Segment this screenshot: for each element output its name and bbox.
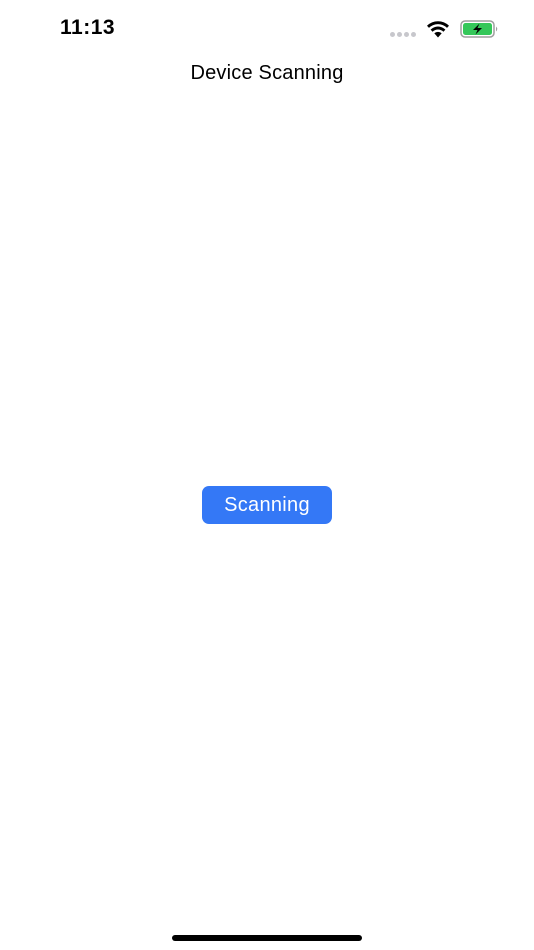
scanning-button[interactable]: Scanning xyxy=(202,486,332,524)
battery-charging-icon xyxy=(460,20,498,38)
home-indicator[interactable] xyxy=(172,935,362,941)
cellular-dots-icon xyxy=(390,32,416,37)
status-time: 11:13 xyxy=(60,16,116,39)
wifi-icon xyxy=(427,21,449,38)
status-bar: 11:13 xyxy=(0,0,534,58)
page-title: Device Scanning xyxy=(190,62,344,84)
